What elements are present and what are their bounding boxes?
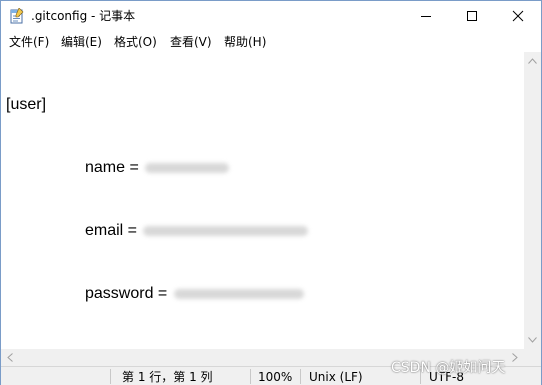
notepad-window: .gitconfig - 记事本 文件(F) 编辑(E) 格式(O) 查看(V)… [0,0,542,385]
scroll-right-icon[interactable] [512,353,518,362]
status-line-ending: Unix (LF) [309,370,363,384]
redacted-value [173,288,304,299]
status-zoom: 100% [258,370,293,384]
section-header: [user] [6,96,47,113]
config-line-email: email = [6,220,309,241]
config-line-password: password = [6,283,308,304]
config-key: email [85,222,124,239]
config-key: password [85,285,154,302]
close-icon [512,10,524,22]
config-line-name: name = [6,157,308,178]
csdn-watermark: CSDN @姬如问天 [391,360,506,376]
status-divider [250,369,251,384]
menu-view[interactable]: 查看(V) [170,34,212,50]
minimize-icon [421,16,431,17]
scrollbar-corner [524,349,541,366]
notepad-icon [10,7,24,24]
editor-content[interactable]: [user] name = email = password = [6,52,309,346]
scroll-down-icon[interactable] [528,337,537,343]
window-title: .gitconfig - 记事本 [31,9,136,23]
redacted-value [145,162,230,173]
menu-edit[interactable]: 编辑(E) [61,34,102,50]
redacted-value [143,225,309,236]
menu-bar: 文件(F) 编辑(E) 格式(O) 查看(V) 帮助(H) [1,31,541,52]
minimize-button[interactable] [403,1,449,31]
config-key: name [85,159,126,176]
menu-file[interactable]: 文件(F) [9,34,49,50]
maximize-button[interactable] [449,1,495,31]
status-divider [110,369,111,384]
menu-format[interactable]: 格式(O) [114,34,157,50]
scroll-up-icon[interactable] [528,58,537,64]
vertical-scrollbar[interactable] [524,52,541,349]
close-button[interactable] [495,1,541,31]
status-cursor-position: 第 1 行，第 1 列 [122,370,213,384]
title-bar[interactable]: .gitconfig - 记事本 [1,1,541,31]
maximize-icon [467,11,477,21]
scroll-left-icon[interactable] [7,353,13,362]
menu-help[interactable]: 帮助(H) [224,34,266,50]
text-editor[interactable]: [user] name = email = password = [1,52,524,349]
status-divider [300,369,301,384]
